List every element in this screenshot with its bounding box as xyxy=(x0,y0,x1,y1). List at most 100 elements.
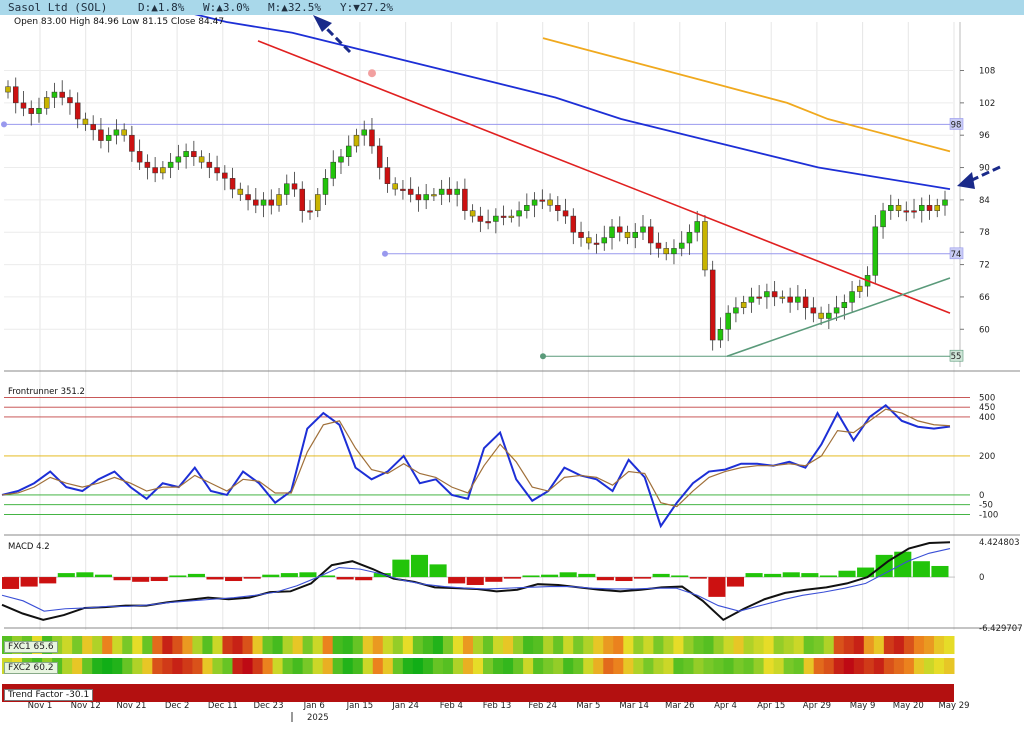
macd-histogram-bar xyxy=(448,577,466,584)
candle-body xyxy=(562,210,569,217)
candle-body xyxy=(578,231,584,238)
candle-body xyxy=(376,145,383,168)
heat-cell xyxy=(72,636,83,654)
heat-cell xyxy=(583,636,594,654)
candle-body xyxy=(802,296,809,308)
x-tick-label: Apr 29 xyxy=(803,701,831,711)
candle-body xyxy=(524,205,530,211)
price-tick-label: 60 xyxy=(979,325,990,335)
heat-cell xyxy=(322,636,334,654)
x-tick-label: Mar 26 xyxy=(665,701,695,711)
heat-cell xyxy=(693,636,704,654)
heat-cell xyxy=(923,658,935,674)
candle-body xyxy=(183,151,189,158)
candle-body xyxy=(315,194,321,211)
candle-body xyxy=(740,302,747,308)
heat-cell xyxy=(943,636,955,654)
heat-cell xyxy=(813,636,825,654)
candle-body xyxy=(129,134,135,152)
macd-histogram-bar xyxy=(503,577,521,579)
heat-cell xyxy=(102,636,113,654)
symbol-title: Sasol Ltd (SOL) xyxy=(8,1,108,14)
heat-cell xyxy=(693,658,704,674)
macd-histogram-bar xyxy=(689,577,707,579)
heat-cell xyxy=(432,658,444,674)
candle-body xyxy=(655,242,662,249)
heat-cell xyxy=(242,636,254,654)
candle-body xyxy=(74,102,81,120)
candle-body xyxy=(500,215,507,218)
heat-cell xyxy=(503,636,514,654)
heat-cell xyxy=(563,658,574,674)
heat-cell xyxy=(623,658,634,674)
candle-body xyxy=(438,188,445,195)
monthly-change: M:▲32.5% xyxy=(268,1,321,14)
heat-cell xyxy=(873,658,885,674)
heat-cell xyxy=(122,658,133,674)
candle-body xyxy=(926,205,933,211)
heat-cell xyxy=(302,636,314,654)
macd-histogram-bar xyxy=(466,577,484,585)
frontrunner-level-label: 400 xyxy=(979,413,995,423)
candle-body xyxy=(671,248,677,255)
heat-cell xyxy=(132,658,143,674)
heat-cell xyxy=(442,636,454,654)
heat-cell xyxy=(783,636,795,654)
heat-cell xyxy=(893,636,905,654)
heat-cell xyxy=(803,658,815,674)
heat-cell xyxy=(442,658,454,674)
candle-body xyxy=(415,194,422,201)
heat-cell xyxy=(72,658,83,674)
heat-cell xyxy=(933,658,945,674)
candle-body xyxy=(888,205,894,211)
downtrend-line xyxy=(257,40,951,314)
macd-histogram-bar xyxy=(94,574,113,578)
heat-cell xyxy=(142,636,153,654)
heat-cell xyxy=(372,658,384,674)
heat-cell xyxy=(603,658,614,674)
candle-body xyxy=(454,188,460,195)
heat-cell xyxy=(483,658,494,674)
macd-histogram-bar xyxy=(726,577,745,587)
ohlc-readout: Open 83.00 High 84.96 Low 81.15 Close 84… xyxy=(14,17,225,27)
heat-cell xyxy=(142,658,153,674)
header-bar: Sasol Ltd (SOL) D:▲1.8% W:▲3.0% M:▲32.5%… xyxy=(0,0,1024,15)
macd-histogram-bar xyxy=(596,577,614,581)
heat-cell xyxy=(763,636,775,654)
heat-cell xyxy=(452,636,464,654)
heat-cell xyxy=(352,636,364,654)
macd-histogram-bar xyxy=(225,577,243,582)
heat-cell xyxy=(813,658,825,674)
heat-cell xyxy=(412,636,424,654)
price-tick-label: 84 xyxy=(979,196,990,206)
candle-body xyxy=(647,226,654,244)
level-tag-label: 98 xyxy=(951,120,962,130)
candle-body xyxy=(872,226,879,276)
heat-cell xyxy=(282,658,294,674)
heat-cell xyxy=(863,636,875,654)
x-tick-label: Apr 4 xyxy=(714,701,737,711)
candle-body xyxy=(59,91,65,98)
macd-histogram-bar xyxy=(150,577,168,582)
heat-cell xyxy=(102,658,113,674)
candle-body xyxy=(237,188,244,195)
heat-cell xyxy=(793,658,805,674)
candle-body xyxy=(477,215,484,222)
heat-cell xyxy=(523,636,534,654)
heat-cell xyxy=(402,658,414,674)
uptrend-line xyxy=(726,277,951,357)
candle-body xyxy=(51,91,58,98)
heat-cell xyxy=(553,658,564,674)
macd-histogram-bar xyxy=(764,573,782,578)
candle-body xyxy=(299,188,306,211)
heat-cell xyxy=(853,658,865,674)
heat-cell xyxy=(352,658,364,674)
frontrunner-level-label: 500 xyxy=(979,393,995,403)
heat-cell xyxy=(603,636,614,654)
candle-body xyxy=(771,291,778,298)
level-tag-label: 55 xyxy=(951,352,962,362)
heat-cell xyxy=(723,636,735,654)
heat-cell xyxy=(212,636,223,654)
level-tag-label: 74 xyxy=(951,250,962,260)
candle-body xyxy=(268,199,275,206)
